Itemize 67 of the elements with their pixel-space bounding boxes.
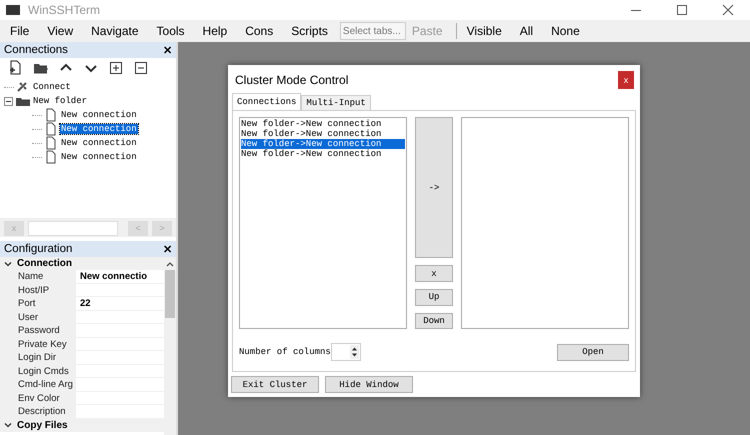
property-name: Cmd-line Arg: [0, 378, 76, 390]
list-item[interactable]: New folder->New connection: [241, 129, 406, 140]
chevron-down-icon[interactable]: [4, 421, 12, 429]
footer-button[interactable]: Hide Window: [325, 376, 413, 393]
tree-item[interactable]: New folder: [32, 96, 88, 106]
list-item[interactable]: New folder->New connection: [241, 119, 406, 130]
tree-item[interactable]: New connection: [60, 138, 138, 148]
property-name: Description: [0, 405, 76, 418]
tab[interactable]: Multi-Input: [301, 95, 371, 110]
menu-item[interactable]: None: [545, 24, 586, 38]
tab-select-field[interactable]: Select tabs...: [340, 22, 406, 40]
property-value[interactable]: 22: [80, 298, 91, 309]
property-name: Port: [0, 297, 76, 310]
scroll-thumb[interactable]: [165, 270, 175, 318]
maximize-icon[interactable]: [676, 4, 688, 16]
tree-item[interactable]: New connection: [60, 110, 138, 120]
menu-item[interactable]: File: [4, 24, 36, 38]
panel-title: Connections: [4, 44, 68, 56]
menu-item[interactable]: Navigate: [85, 24, 145, 38]
tree-item[interactable]: New connection: [60, 124, 138, 134]
close-icon[interactable]: [722, 4, 734, 16]
panel-title: Configuration: [4, 243, 72, 255]
menu-item[interactable]: Tools: [150, 24, 191, 38]
expand-all-icon[interactable]: [108, 60, 124, 76]
app-icon: [6, 5, 20, 15]
scroll-up-icon[interactable]: [166, 260, 174, 268]
menu-item[interactable]: Scripts: [285, 24, 334, 38]
category-label: Copy Files: [17, 420, 68, 430]
chevron-down-icon[interactable]: [4, 260, 12, 268]
columns-label: Number of columns: [239, 347, 331, 358]
open-button[interactable]: Open: [557, 344, 629, 361]
collapse-all-icon[interactable]: [133, 60, 149, 76]
property-name: Private Key: [0, 338, 76, 350]
up-button[interactable]: Up: [415, 288, 453, 306]
menu-item[interactable]: Help: [196, 24, 234, 38]
collapse-icon[interactable]: [4, 96, 13, 106]
connection-list[interactable]: New folder->New connection New folder->New connection New folder->New connection New folder->New connection: [239, 117, 408, 330]
remove-button[interactable]: x: [415, 265, 453, 282]
tab[interactable]: Connections: [232, 93, 302, 110]
add-button[interactable]: ->: [415, 117, 453, 258]
property-name: Host/IP: [0, 284, 76, 296]
search-field[interactable]: [28, 220, 118, 236]
menu-item[interactable]: Cons: [239, 24, 280, 38]
property-name: Login Dir: [0, 351, 76, 364]
category-label: Connection: [17, 258, 72, 269]
columns-spinner[interactable]: [330, 343, 361, 362]
property-name: Env Color: [0, 392, 76, 404]
tree-item[interactable]: Connect: [32, 82, 72, 92]
close-icon[interactable]: ✕: [163, 44, 172, 56]
property-name: User: [0, 310, 76, 323]
close-button[interactable]: x: [618, 70, 634, 89]
window-title: WinSSHTerm: [28, 3, 100, 17]
tree-item[interactable]: New connection: [60, 152, 138, 162]
footer-button[interactable]: Exit Cluster: [231, 376, 319, 393]
property-name: Password: [0, 324, 76, 336]
property-name: Name: [0, 270, 76, 282]
dialog-title: Cluster Mode Control: [235, 72, 348, 87]
menu-item[interactable]: View: [41, 24, 80, 38]
down-button[interactable]: Down: [415, 312, 453, 330]
scrollbar[interactable]: [164, 257, 176, 435]
property-value[interactable]: New connectio: [80, 271, 148, 282]
list-item[interactable]: New folder->New connection: [241, 139, 406, 150]
list-item[interactable]: New folder->New connection: [241, 149, 406, 160]
menu-item[interactable]: Visible: [460, 24, 508, 38]
property-name: Login Cmds: [0, 364, 76, 377]
menu-item[interactable]: All: [514, 24, 540, 38]
close-icon[interactable]: ✕: [163, 242, 172, 256]
